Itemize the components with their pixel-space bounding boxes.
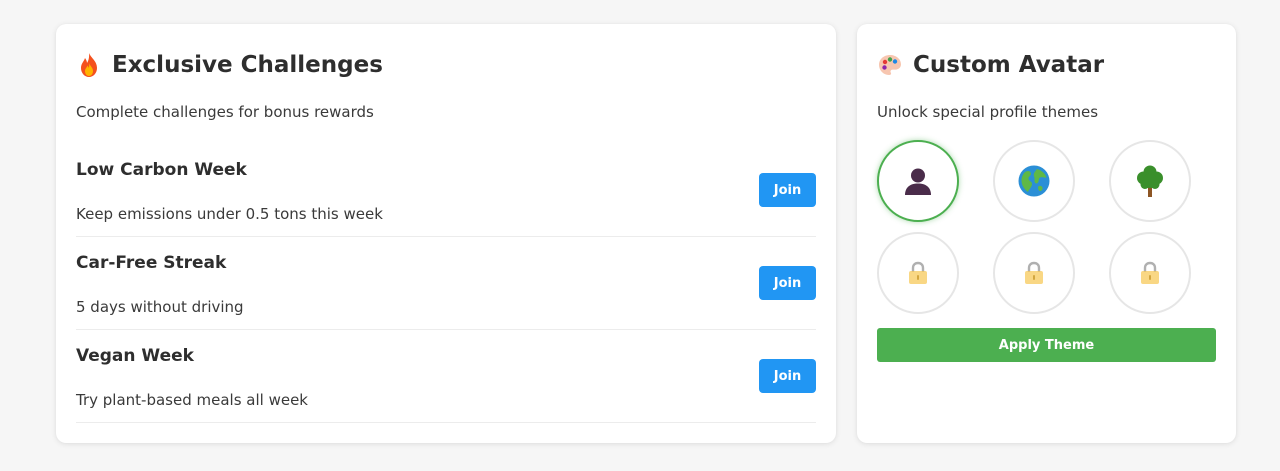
avatar-option-tree[interactable] [1109, 140, 1191, 222]
avatar-option-globe[interactable] [993, 140, 1075, 222]
avatar-header: Custom Avatar [877, 50, 1104, 80]
challenge-description: Keep emissions under 0.5 tons this week [76, 205, 383, 223]
challenge-name: Low Carbon Week [76, 160, 247, 180]
challenge-list: Low Carbon Week Keep emissions under 0.5… [76, 144, 816, 423]
challenge-item-vegan-week: Vegan Week Try plant-based meals all wee… [76, 330, 816, 423]
lock-icon [909, 261, 927, 284]
join-car-free-streak-button[interactable]: Join [759, 266, 816, 300]
challenge-item-car-free-streak: Car-Free Streak 5 days without driving J… [76, 237, 816, 330]
join-vegan-week-button[interactable]: Join [759, 359, 816, 393]
challenges-subtitle: Complete challenges for bonus rewards [76, 103, 374, 121]
lock-icon [1141, 261, 1159, 284]
palette-icon [877, 52, 903, 78]
avatar-option-locked[interactable] [1109, 232, 1191, 314]
challenge-name: Car-Free Streak [76, 253, 227, 273]
challenge-item-low-carbon-week: Low Carbon Week Keep emissions under 0.5… [76, 144, 816, 237]
challenges-card: Exclusive Challenges Complete challenges… [56, 24, 836, 443]
challenge-description: Try plant-based meals all week [76, 391, 308, 409]
join-low-carbon-week-button[interactable]: Join [759, 173, 816, 207]
challenge-description: 5 days without driving [76, 298, 244, 316]
person-silhouette-icon [905, 168, 931, 195]
challenge-name: Vegan Week [76, 346, 194, 366]
avatar-title: Custom Avatar [913, 52, 1105, 78]
tree-icon [1137, 165, 1163, 197]
challenges-header: Exclusive Challenges [76, 50, 383, 80]
apply-theme-button[interactable]: Apply Theme [877, 328, 1216, 362]
avatar-option-person[interactable] [877, 140, 959, 222]
challenges-title: Exclusive Challenges [112, 52, 383, 78]
avatar-subtitle: Unlock special profile themes [877, 103, 1099, 121]
globe-icon [1018, 165, 1050, 197]
fire-icon [76, 52, 102, 78]
avatar-card: Custom Avatar Unlock special profile the… [857, 24, 1236, 443]
avatar-option-locked[interactable] [877, 232, 959, 314]
lock-icon [1025, 261, 1043, 284]
avatar-theme-grid [877, 140, 1192, 314]
avatar-option-locked[interactable] [993, 232, 1075, 314]
